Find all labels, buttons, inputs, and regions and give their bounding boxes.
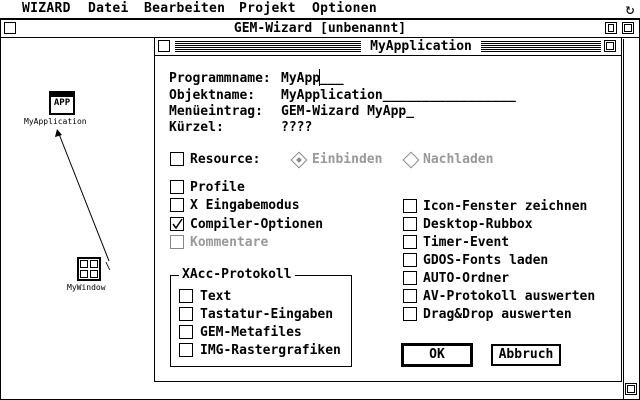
radio-nachladen[interactable]	[402, 151, 420, 169]
menu-datei[interactable]: Datei	[88, 1, 129, 16]
radio-nachladen-label: Nachladen	[423, 152, 494, 167]
title-stripes-left	[175, 41, 361, 52]
drag-drop-label: Drag&Drop auswerten	[423, 307, 572, 322]
gdos-fonts-label: GDOS-Fonts laden	[423, 253, 549, 268]
application-icon-label: MyApplication	[24, 117, 87, 126]
title-stripes-right	[481, 41, 601, 52]
dialog-close-icon[interactable]	[158, 40, 170, 52]
project-canvas[interactable]: APP MyApplication \ MyWindow	[1, 39, 155, 399]
menu-optionen[interactable]: Optionen	[312, 1, 377, 16]
objectname-input[interactable]: MyApplication_________________	[281, 88, 516, 103]
refresh-icon[interactable]: ↻	[622, 1, 638, 17]
check-icon	[172, 218, 183, 230]
xacc-text-label: Text	[200, 289, 232, 304]
icon-fenster-checkbox[interactable]	[403, 199, 417, 213]
scrollbar[interactable]	[623, 39, 640, 399]
application-dialog: MyApplication Programmname: MyApp___ Obj…	[154, 37, 622, 382]
auto-ordner-label: AUTO-Ordner	[423, 271, 510, 286]
window-object-icon[interactable]	[77, 257, 101, 281]
xacc-title: XAcc-Protokoll	[179, 267, 295, 282]
link-line	[55, 129, 110, 262]
dialog-fullscreen-icon[interactable]	[604, 40, 616, 52]
x-eingabemodus-label: X Eingabemodus	[190, 198, 300, 213]
xacc-metafiles-label: GEM-Metafiles	[200, 325, 302, 340]
shortcut-label: Kürzel:	[169, 120, 224, 135]
profile-checkbox[interactable]	[170, 180, 184, 194]
backslash-mark: \	[105, 261, 112, 272]
resource-checkbox[interactable]	[170, 152, 184, 166]
desktop-rubbox-checkbox[interactable]	[403, 217, 417, 231]
dialog-title: MyApplication	[361, 39, 481, 54]
xacc-img-label: IMG-Rastergrafiken	[200, 343, 341, 358]
desktop-rubbox-label: Desktop-Rubbox	[423, 217, 533, 232]
programname-label: Programmname:	[169, 71, 271, 86]
x-eingabemodus-checkbox[interactable]	[170, 198, 184, 212]
wizard-window-titlebar[interactable]: GEM-Wizard [unbenannt]	[1, 20, 639, 38]
av-protokoll-checkbox[interactable]	[403, 289, 417, 303]
auto-ordner-checkbox[interactable]	[403, 271, 417, 285]
xacc-tastatur-checkbox[interactable]	[179, 307, 193, 321]
timer-event-label: Timer-Event	[423, 235, 510, 250]
timer-event-checkbox[interactable]	[403, 235, 417, 249]
resize-icon[interactable]	[625, 383, 637, 395]
objectname-label: Objektname:	[169, 88, 256, 103]
menu-bar: WIZARD Datei Bearbeiten Projekt Optionen…	[0, 0, 640, 19]
xacc-img-checkbox[interactable]	[179, 343, 193, 357]
iconify-icon[interactable]	[605, 22, 617, 34]
dialog-titlebar[interactable]: MyApplication	[155, 38, 621, 56]
av-protokoll-label: AV-Protokoll auswerten	[423, 289, 596, 304]
application-icon[interactable]: APP	[49, 91, 75, 115]
compiler-optionen-label: Compiler-Optionen	[190, 217, 324, 232]
xacc-tastatur-label: Tastatur-Eingaben	[200, 307, 334, 322]
text-cursor	[319, 69, 320, 86]
menu-wizard[interactable]: WIZARD	[22, 1, 71, 16]
xacc-metafiles-checkbox[interactable]	[179, 325, 193, 339]
ok-button[interactable]: OK	[401, 343, 473, 367]
shortcut-input[interactable]: ????	[281, 120, 312, 135]
drag-drop-checkbox[interactable]	[403, 307, 417, 321]
menuentry-input[interactable]: GEM-Wizard MyApp_	[281, 104, 414, 119]
icon-fenster-label: Icon-Fenster zeichnen	[423, 199, 588, 214]
programname-input[interactable]: MyApp___	[281, 71, 344, 86]
fullscreen-icon[interactable]	[622, 22, 634, 34]
menu-bearbeiten[interactable]: Bearbeiten	[144, 1, 225, 16]
compiler-optionen-checkbox[interactable]	[170, 217, 184, 231]
radio-einbinden-label: Einbinden	[312, 152, 383, 167]
menuentry-label: Menüeintrag:	[169, 104, 263, 119]
wizard-window-title: GEM-Wizard [unbenannt]	[233, 21, 407, 36]
gdos-fonts-checkbox[interactable]	[403, 253, 417, 267]
window-object-label: MyWindow	[67, 283, 106, 292]
xacc-text-checkbox[interactable]	[179, 289, 193, 303]
radio-einbinden[interactable]	[290, 151, 308, 169]
profile-label: Profile	[190, 180, 245, 195]
menu-projekt[interactable]: Projekt	[239, 1, 296, 16]
kommentare-checkbox[interactable]	[170, 235, 184, 249]
kommentare-label: Kommentare	[190, 235, 269, 250]
resource-label: Resource:	[190, 152, 261, 167]
cancel-button[interactable]: Abbruch	[491, 344, 561, 366]
app-icon-text: APP	[53, 98, 71, 108]
